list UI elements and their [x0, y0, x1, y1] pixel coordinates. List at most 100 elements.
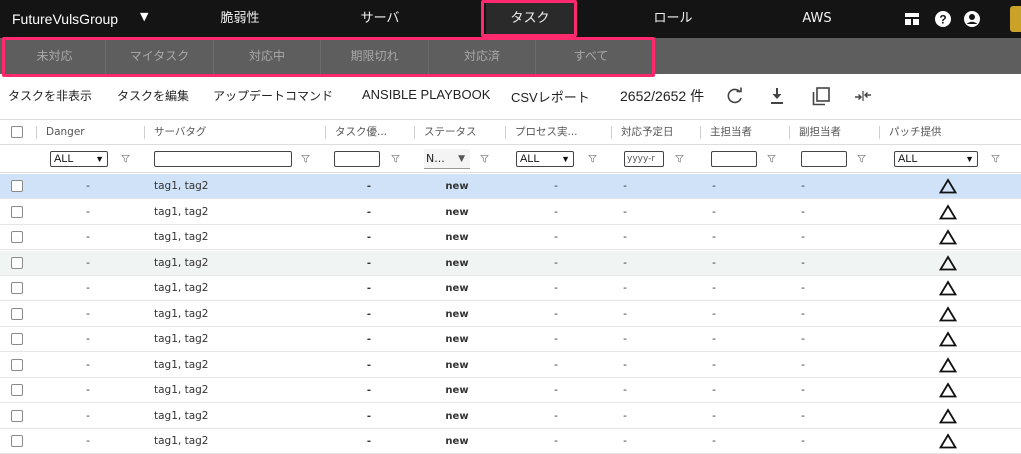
- priority-cell: -: [366, 206, 372, 218]
- table-row[interactable]: - tag1, tag2 - new - - - -: [0, 199, 1021, 225]
- process-filter[interactable]: ALL ▼: [516, 151, 574, 167]
- row-checkbox[interactable]: [11, 435, 23, 447]
- status-cell: new: [445, 232, 469, 243]
- table-row[interactable]: - tag1, tag2 - new - - - -: [0, 225, 1021, 250]
- col-task-priority[interactable]: タスク優...: [325, 120, 413, 145]
- patch-partial-triangle-icon: [939, 382, 957, 398]
- danger-cell: -: [86, 435, 90, 447]
- status-filter-funnel-icon[interactable]: [480, 154, 489, 163]
- owner-filter[interactable]: [711, 151, 757, 167]
- col-due-date[interactable]: 対応予定日: [611, 120, 699, 145]
- task-toolbar: タスクを非表示 タスクを編集 アップデートコマンド ANSIBLE PLAYBO…: [0, 76, 1021, 116]
- row-checkbox[interactable]: [11, 282, 23, 294]
- process-cell: -: [554, 231, 558, 243]
- col-status[interactable]: ステータス: [414, 120, 504, 145]
- patch-filter-funnel-icon[interactable]: [991, 154, 1000, 163]
- patch-partial-triangle-icon: [939, 331, 957, 347]
- server-tag-cell: tag1, tag2: [154, 205, 209, 218]
- subtab-in-progress[interactable]: 対応中: [214, 38, 321, 74]
- subtab-my-tasks[interactable]: マイタスク: [106, 38, 214, 74]
- csv-report-button[interactable]: CSVレポート: [511, 87, 590, 106]
- help-icon[interactable]: ?: [933, 9, 953, 29]
- sub-owner-filter-funnel-icon[interactable]: [857, 154, 866, 163]
- update-command-button[interactable]: アップデートコマンド: [213, 87, 333, 104]
- due-date-cell: -: [623, 409, 627, 422]
- status-filter[interactable]: N... ▼: [424, 149, 470, 169]
- danger-filter-funnel-icon[interactable]: [121, 154, 130, 163]
- subtab-resolved[interactable]: 対応済: [429, 38, 536, 74]
- copy-icon[interactable]: [810, 85, 832, 107]
- table-row[interactable]: - tag1, tag2 - new - - - -: [0, 327, 1021, 352]
- row-checkbox[interactable]: [11, 409, 23, 422]
- table-row[interactable]: - tag1, tag2 - new - - - -: [0, 403, 1021, 429]
- layout-icon[interactable]: [902, 9, 922, 29]
- due-date-cell: -: [623, 256, 627, 269]
- server-tag-cell: tag1, tag2: [154, 358, 209, 371]
- due-date-filter[interactable]: yyyy-r: [624, 151, 664, 167]
- server-tag-filter[interactable]: [154, 151, 292, 167]
- subtab-overdue[interactable]: 期限切れ: [321, 38, 429, 74]
- ansible-playbook-button[interactable]: ANSIBLE PLAYBOOK: [362, 87, 490, 102]
- sub-owner-filter[interactable]: [801, 151, 847, 167]
- server-tag-cell: tag1, tag2: [154, 435, 209, 447]
- due-date-cell: -: [623, 384, 627, 396]
- table-row[interactable]: - tag1, tag2 - new - - - -: [0, 276, 1021, 301]
- process-filter-funnel-icon[interactable]: [588, 154, 597, 163]
- table-row[interactable]: - tag1, tag2 - new - - - -: [0, 378, 1021, 403]
- status-cell: new: [445, 181, 469, 192]
- col-patch[interactable]: パッチ提供: [879, 120, 1017, 145]
- danger-filter[interactable]: ALL ▼: [50, 151, 108, 167]
- priority-filter-funnel-icon[interactable]: [391, 154, 400, 163]
- col-sub-owner[interactable]: 副担当者: [789, 120, 877, 145]
- row-checkbox[interactable]: [11, 205, 23, 218]
- patch-partial-triangle-icon: [939, 280, 957, 296]
- nav-role[interactable]: ロール: [628, 0, 718, 38]
- row-checkbox[interactable]: [11, 358, 23, 371]
- col-danger[interactable]: Danger: [36, 120, 140, 145]
- subtab-unresolved[interactable]: 未対応: [4, 38, 106, 74]
- row-checkbox[interactable]: [11, 180, 23, 192]
- nav-task[interactable]: タスク: [486, 0, 574, 38]
- org-name[interactable]: FutureVulsGroup: [12, 11, 118, 27]
- table-row[interactable]: - tag1, tag2 - new - - - -: [0, 352, 1021, 378]
- patch-partial-triangle-icon: [939, 356, 957, 372]
- col-server-tag[interactable]: サーバタグ: [144, 120, 322, 145]
- row-checkbox[interactable]: [11, 384, 23, 396]
- row-checkbox[interactable]: [11, 333, 23, 345]
- nav-aws[interactable]: AWS: [772, 0, 862, 38]
- edit-tasks-button[interactable]: タスクを編集: [117, 87, 189, 104]
- hide-tasks-button[interactable]: タスクを非表示: [8, 87, 92, 104]
- subtab-all[interactable]: すべて: [536, 38, 646, 74]
- col-process[interactable]: プロセス実...: [505, 120, 607, 145]
- org-dropdown-icon[interactable]: ▼: [140, 10, 148, 23]
- sub-owner-cell: -: [801, 307, 805, 320]
- patch-filter[interactable]: ALL ▼: [894, 151, 978, 167]
- row-checkbox[interactable]: [11, 307, 23, 320]
- process-cell: -: [554, 307, 558, 320]
- refresh-icon[interactable]: [724, 85, 746, 107]
- owner-filter-funnel-icon[interactable]: [767, 154, 776, 163]
- compress-icon[interactable]: [852, 85, 874, 107]
- process-cell: -: [554, 358, 558, 371]
- table-row[interactable]: - tag1, tag2 - new - - - -: [0, 174, 1021, 199]
- due-date-filter-funnel-icon[interactable]: [675, 154, 684, 163]
- nav-server[interactable]: サーバ: [335, 0, 425, 38]
- select-all-checkbox[interactable]: [11, 126, 23, 138]
- table-row[interactable]: - tag1, tag2 - new - - - -: [0, 429, 1021, 454]
- brand-logo: [1010, 6, 1021, 32]
- account-icon[interactable]: [962, 9, 982, 29]
- server-tag-cell: tag1, tag2: [154, 180, 209, 192]
- nav-vulnerability[interactable]: 脆弱性: [195, 0, 285, 38]
- status-cell: new: [445, 206, 469, 218]
- process-cell: -: [554, 409, 558, 422]
- row-checkbox[interactable]: [11, 256, 23, 269]
- col-owner[interactable]: 主担当者: [700, 120, 788, 145]
- download-icon[interactable]: [766, 85, 788, 107]
- priority-filter[interactable]: [334, 151, 380, 167]
- table-row[interactable]: - tag1, tag2 - new - - - -: [0, 301, 1021, 327]
- server-tag-filter-funnel-icon[interactable]: [301, 154, 310, 163]
- due-date-cell: -: [623, 358, 627, 371]
- due-date-cell: -: [623, 435, 627, 447]
- row-checkbox[interactable]: [11, 231, 23, 243]
- table-row[interactable]: - tag1, tag2 - new - - - -: [0, 250, 1021, 276]
